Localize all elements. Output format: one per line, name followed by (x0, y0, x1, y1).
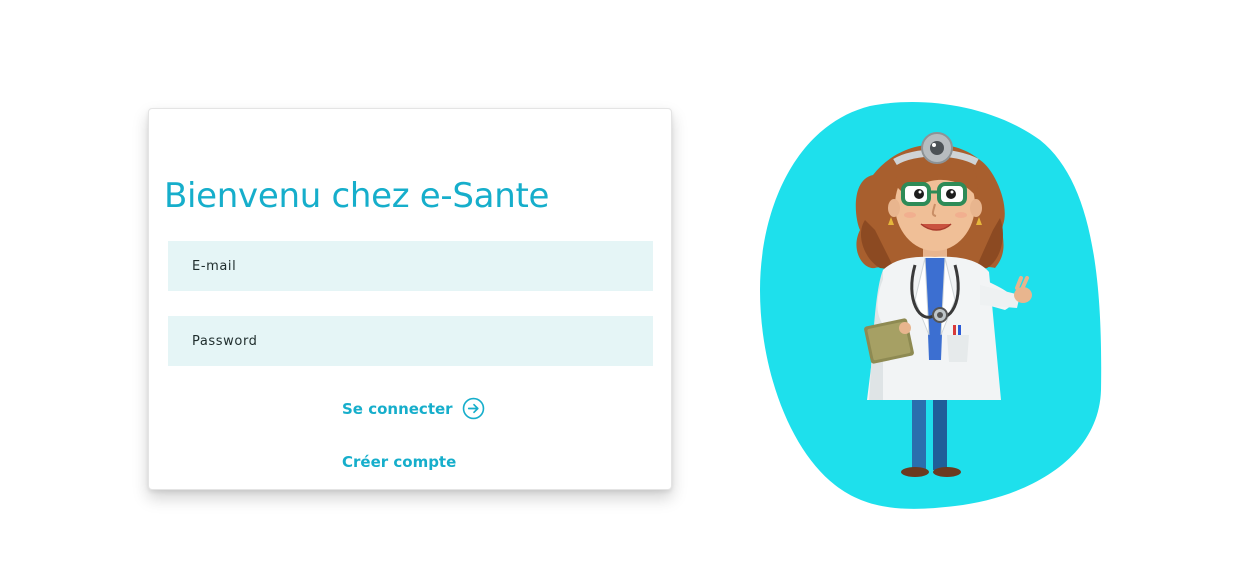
login-page: Bienvenu chez e-Sante Se connecter Créer… (0, 0, 1255, 567)
welcome-title: Bienvenu chez e-Sante (164, 176, 550, 216)
password-field[interactable] (168, 316, 653, 366)
login-button-label: Se connecter (342, 399, 453, 418)
arrow-circle-right-icon (462, 397, 485, 420)
doctor-illustration (755, 100, 1105, 514)
login-button[interactable]: Se connecter (342, 397, 485, 420)
login-card: Bienvenu chez e-Sante Se connecter Créer… (148, 108, 672, 490)
create-account-link[interactable]: Créer compte (342, 453, 456, 471)
email-field[interactable] (168, 241, 653, 291)
